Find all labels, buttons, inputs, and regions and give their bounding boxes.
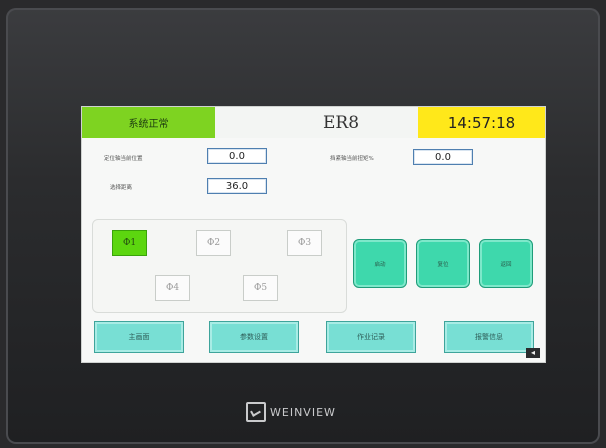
- back-button[interactable]: 返回: [479, 239, 533, 288]
- diameter-button-1[interactable]: Φ1: [112, 230, 147, 256]
- hmi-screen: 系统正常 ER8 14:57:18 定位轴当前位置 0.0 挡紧轴当前扭矩% 0…: [81, 106, 546, 363]
- torque-label: 挡紧轴当前扭矩%: [330, 156, 374, 162]
- distance-label: 选择距离: [110, 185, 133, 191]
- diameter-button-3[interactable]: Φ3: [287, 230, 322, 256]
- nav-work-records-button[interactable]: 作业记录: [326, 321, 416, 353]
- position-label: 定位轴当前位置: [104, 156, 143, 162]
- nav-alarm-info-button[interactable]: 报警信息: [444, 321, 534, 353]
- nav-parameter-settings-button[interactable]: 参数设置: [209, 321, 299, 353]
- start-button[interactable]: 启动: [353, 239, 407, 288]
- reset-button[interactable]: 复位: [416, 239, 470, 288]
- position-value-field[interactable]: 0.0: [207, 148, 267, 164]
- distance-value-field[interactable]: 36.0: [207, 178, 267, 194]
- brand-logo: WEINVIEW: [246, 400, 336, 424]
- system-status-indicator: 系统正常: [82, 107, 215, 138]
- diameter-button-4[interactable]: Φ4: [155, 275, 190, 301]
- torque-value-field[interactable]: 0.0: [413, 149, 473, 165]
- nav-main-screen-button[interactable]: 主画面: [94, 321, 184, 353]
- back-arrow-icon[interactable]: ◂: [526, 348, 540, 358]
- brand-mark-icon: [246, 402, 266, 422]
- diameter-button-2[interactable]: Φ2: [196, 230, 231, 256]
- diameter-button-5[interactable]: Φ5: [243, 275, 278, 301]
- brand-name: WEINVIEW: [270, 405, 336, 419]
- clock-display: 14:57:18: [418, 107, 545, 138]
